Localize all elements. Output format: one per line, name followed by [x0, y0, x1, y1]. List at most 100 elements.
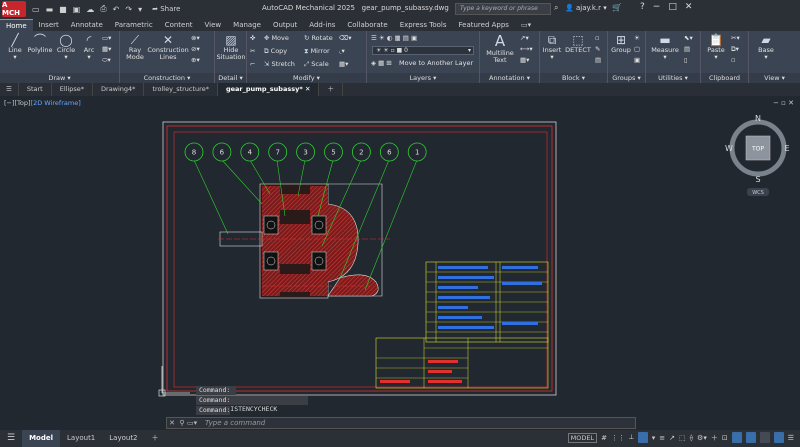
redo-icon[interactable]: ↷ [125, 5, 132, 14]
quick-select-icon[interactable]: ⬉▾ [684, 34, 693, 42]
group-edit-icon[interactable]: ▣ [634, 56, 640, 64]
rectangle-icon[interactable]: ▭▾ [102, 34, 111, 42]
hardware-accel-icon[interactable] [745, 432, 756, 443]
command-input[interactable]: Type a command [205, 419, 265, 427]
new-icon[interactable]: ▭ [32, 5, 40, 14]
leader-icon[interactable]: ↗▾ [520, 34, 529, 42]
tab-annotate[interactable]: Annotate [65, 19, 109, 31]
tab-model[interactable]: Model [22, 430, 61, 447]
viewcube-n-label[interactable]: N [755, 114, 761, 123]
close-icon[interactable]: ✕ [685, 2, 693, 12]
detect-button[interactable]: ⬚ DETECT [564, 33, 592, 54]
tab-featured-apps[interactable]: Featured Apps [453, 19, 515, 31]
tab-view[interactable]: View [199, 19, 228, 31]
layers-panel-title[interactable]: Layers ▾ [367, 73, 479, 83]
workspace-icon[interactable]: ⚙▾ [697, 434, 707, 442]
block-attr-icon[interactable]: ▤ [595, 56, 601, 64]
close-tab-icon[interactable]: ✕ [305, 85, 310, 93]
scale-button[interactable]: ⤢ Scale [304, 60, 329, 69]
copy-button[interactable]: ⧉ Copy [264, 47, 287, 56]
layer-properties-icon[interactable]: ☰ ☀ ◐ ▦ ▤ ▣ [371, 34, 417, 42]
tab-layout2[interactable]: Layout2 [102, 430, 144, 447]
rotate-button[interactable]: ↻ Rotate [304, 34, 333, 42]
doc-tab-start[interactable]: Start [19, 83, 52, 96]
doc-tab-drawing4[interactable]: Drawing4* [93, 83, 145, 96]
maximize-icon[interactable]: □ [668, 2, 677, 12]
viewcube-e-label[interactable]: E [784, 144, 789, 153]
stretch-button[interactable]: ⇲ Stretch [264, 60, 295, 68]
construction-lines-button[interactable]: ✕ Construction Lines [147, 33, 188, 61]
dyn-icon[interactable]: ↗ [669, 434, 675, 442]
doc-tab-trolley-structure[interactable]: trolley_structure* [144, 83, 218, 96]
tab-output[interactable]: Output [267, 19, 303, 31]
viewcube-s-label[interactable]: S [755, 175, 760, 184]
snap-icon[interactable]: ⋮⋮ [611, 434, 625, 442]
paste-button[interactable]: 📋 Paste ▾ [703, 33, 729, 61]
mirror-button[interactable]: ⧗ Mirror [304, 47, 330, 56]
properties-icon[interactable] [773, 432, 784, 443]
measure-button[interactable]: ▬ Measure ▾ [650, 33, 680, 61]
annotation-scale-icon[interactable]: ⟠ [690, 434, 693, 442]
isolate-icon[interactable] [731, 432, 742, 443]
doc-tab-ellipse[interactable]: Ellipse* [52, 83, 94, 96]
osnap-icon[interactable]: ▾ [652, 434, 656, 442]
modify-explode-icon[interactable]: ✜ [250, 34, 255, 42]
view-panel-title[interactable]: View ▾ [749, 73, 800, 83]
insert-button[interactable]: ⧉ Insert ▾ [542, 33, 562, 61]
print-icon[interactable]: ⎙ [100, 4, 106, 14]
table-icon[interactable]: ▦▾ [520, 56, 529, 64]
search-input[interactable]: Type a keyword or phrase [455, 3, 551, 15]
multiline-text-button[interactable]: A Multiline Text [484, 33, 516, 64]
ellipse-icon[interactable]: ⬭▾ [102, 56, 111, 65]
move-button[interactable]: ✥ Move [264, 34, 289, 42]
construction-panel-title[interactable]: Construction ▾ [120, 73, 214, 83]
search-icon[interactable]: ⌕ [554, 3, 558, 13]
groups-panel-title[interactable]: Groups ▾ [608, 73, 645, 83]
zoom-icon[interactable]: ⊡ [722, 434, 728, 442]
viewcube-w-label[interactable]: W [725, 144, 733, 153]
doc-tab-gear-pump-subassy[interactable]: gear_pump_subassy* ✕ [217, 83, 320, 96]
tab-manage[interactable]: Manage [227, 19, 267, 31]
tab-add-ins[interactable]: Add-ins [303, 19, 341, 31]
utilities-panel-title[interactable]: Utilities ▾ [646, 73, 700, 83]
menu-icon[interactable]: ☰ [0, 83, 19, 96]
construction-delete-icon[interactable]: ⊘▾ [191, 45, 200, 53]
construction-circle-icon[interactable]: ⊗▾ [191, 34, 200, 42]
modify-chamfer-icon[interactable]: ⌐ [250, 60, 255, 68]
ray-mode-button[interactable]: ⟋ Ray Mode [123, 33, 147, 61]
cloud-icon[interactable]: ☁ [86, 5, 94, 14]
help-icon[interactable]: ? [640, 2, 645, 12]
user-account[interactable]: 👤 ajay.k.r ▾ [565, 4, 607, 12]
viewcube-top-label[interactable]: TOP [751, 146, 764, 153]
annotation-panel-title[interactable]: Annotation ▾ [480, 73, 539, 83]
save-icon[interactable]: ■ [59, 5, 67, 14]
ortho-icon[interactable]: ⟂ [629, 433, 634, 442]
tab-express-tools[interactable]: Express Tools [394, 19, 453, 31]
cut-icon[interactable]: ✂▾ [731, 34, 740, 42]
app-menu-button[interactable]: A MCH [2, 1, 26, 17]
drawing-viewport[interactable]: [−][Top][2D Wireframe] − ▫ ✕ 8 6 4 7 3 5… [0, 96, 800, 430]
modify-fillet-icon[interactable]: ◟▾ [339, 47, 345, 55]
match-icon[interactable]: ▫ [731, 56, 735, 64]
id-point-icon[interactable]: ▯ [684, 56, 688, 64]
viewcube-wcs-label[interactable]: WCS [752, 190, 764, 196]
customize-icon[interactable]: ⚲ [177, 419, 187, 427]
lineweight-icon[interactable]: ≡ [659, 434, 665, 442]
save-as-icon[interactable]: ▣ [73, 5, 81, 14]
line-button[interactable]: ╱ Line ▾ [4, 33, 26, 61]
recent-commands-icon[interactable]: ▭▾ [187, 419, 197, 427]
block-edit-icon[interactable]: ✎ [595, 45, 600, 53]
group-select-icon[interactable]: ☀ [634, 34, 640, 42]
polyline-button[interactable]: ⌒ Polyline [26, 33, 54, 54]
selection-icon[interactable]: ⬚ [679, 434, 686, 442]
circle-button[interactable]: ◯ Circle ▾ [55, 33, 77, 61]
model-space-toggle[interactable]: MODEL [567, 432, 598, 443]
hatch-icon[interactable]: ▦▾ [102, 45, 111, 53]
detail-panel-title[interactable]: Detail ▾ [215, 73, 246, 83]
share-button[interactable]: ➦ Share [152, 5, 180, 13]
layer-states-icon[interactable]: ◈ ▦ ⊞ [371, 59, 392, 67]
polar-icon[interactable] [637, 432, 648, 443]
arc-button[interactable]: ◜ Arc ▾ [79, 33, 99, 61]
group-button[interactable]: ⊞ Group [610, 33, 632, 54]
overflow-icon[interactable]: ▾ [138, 5, 142, 14]
